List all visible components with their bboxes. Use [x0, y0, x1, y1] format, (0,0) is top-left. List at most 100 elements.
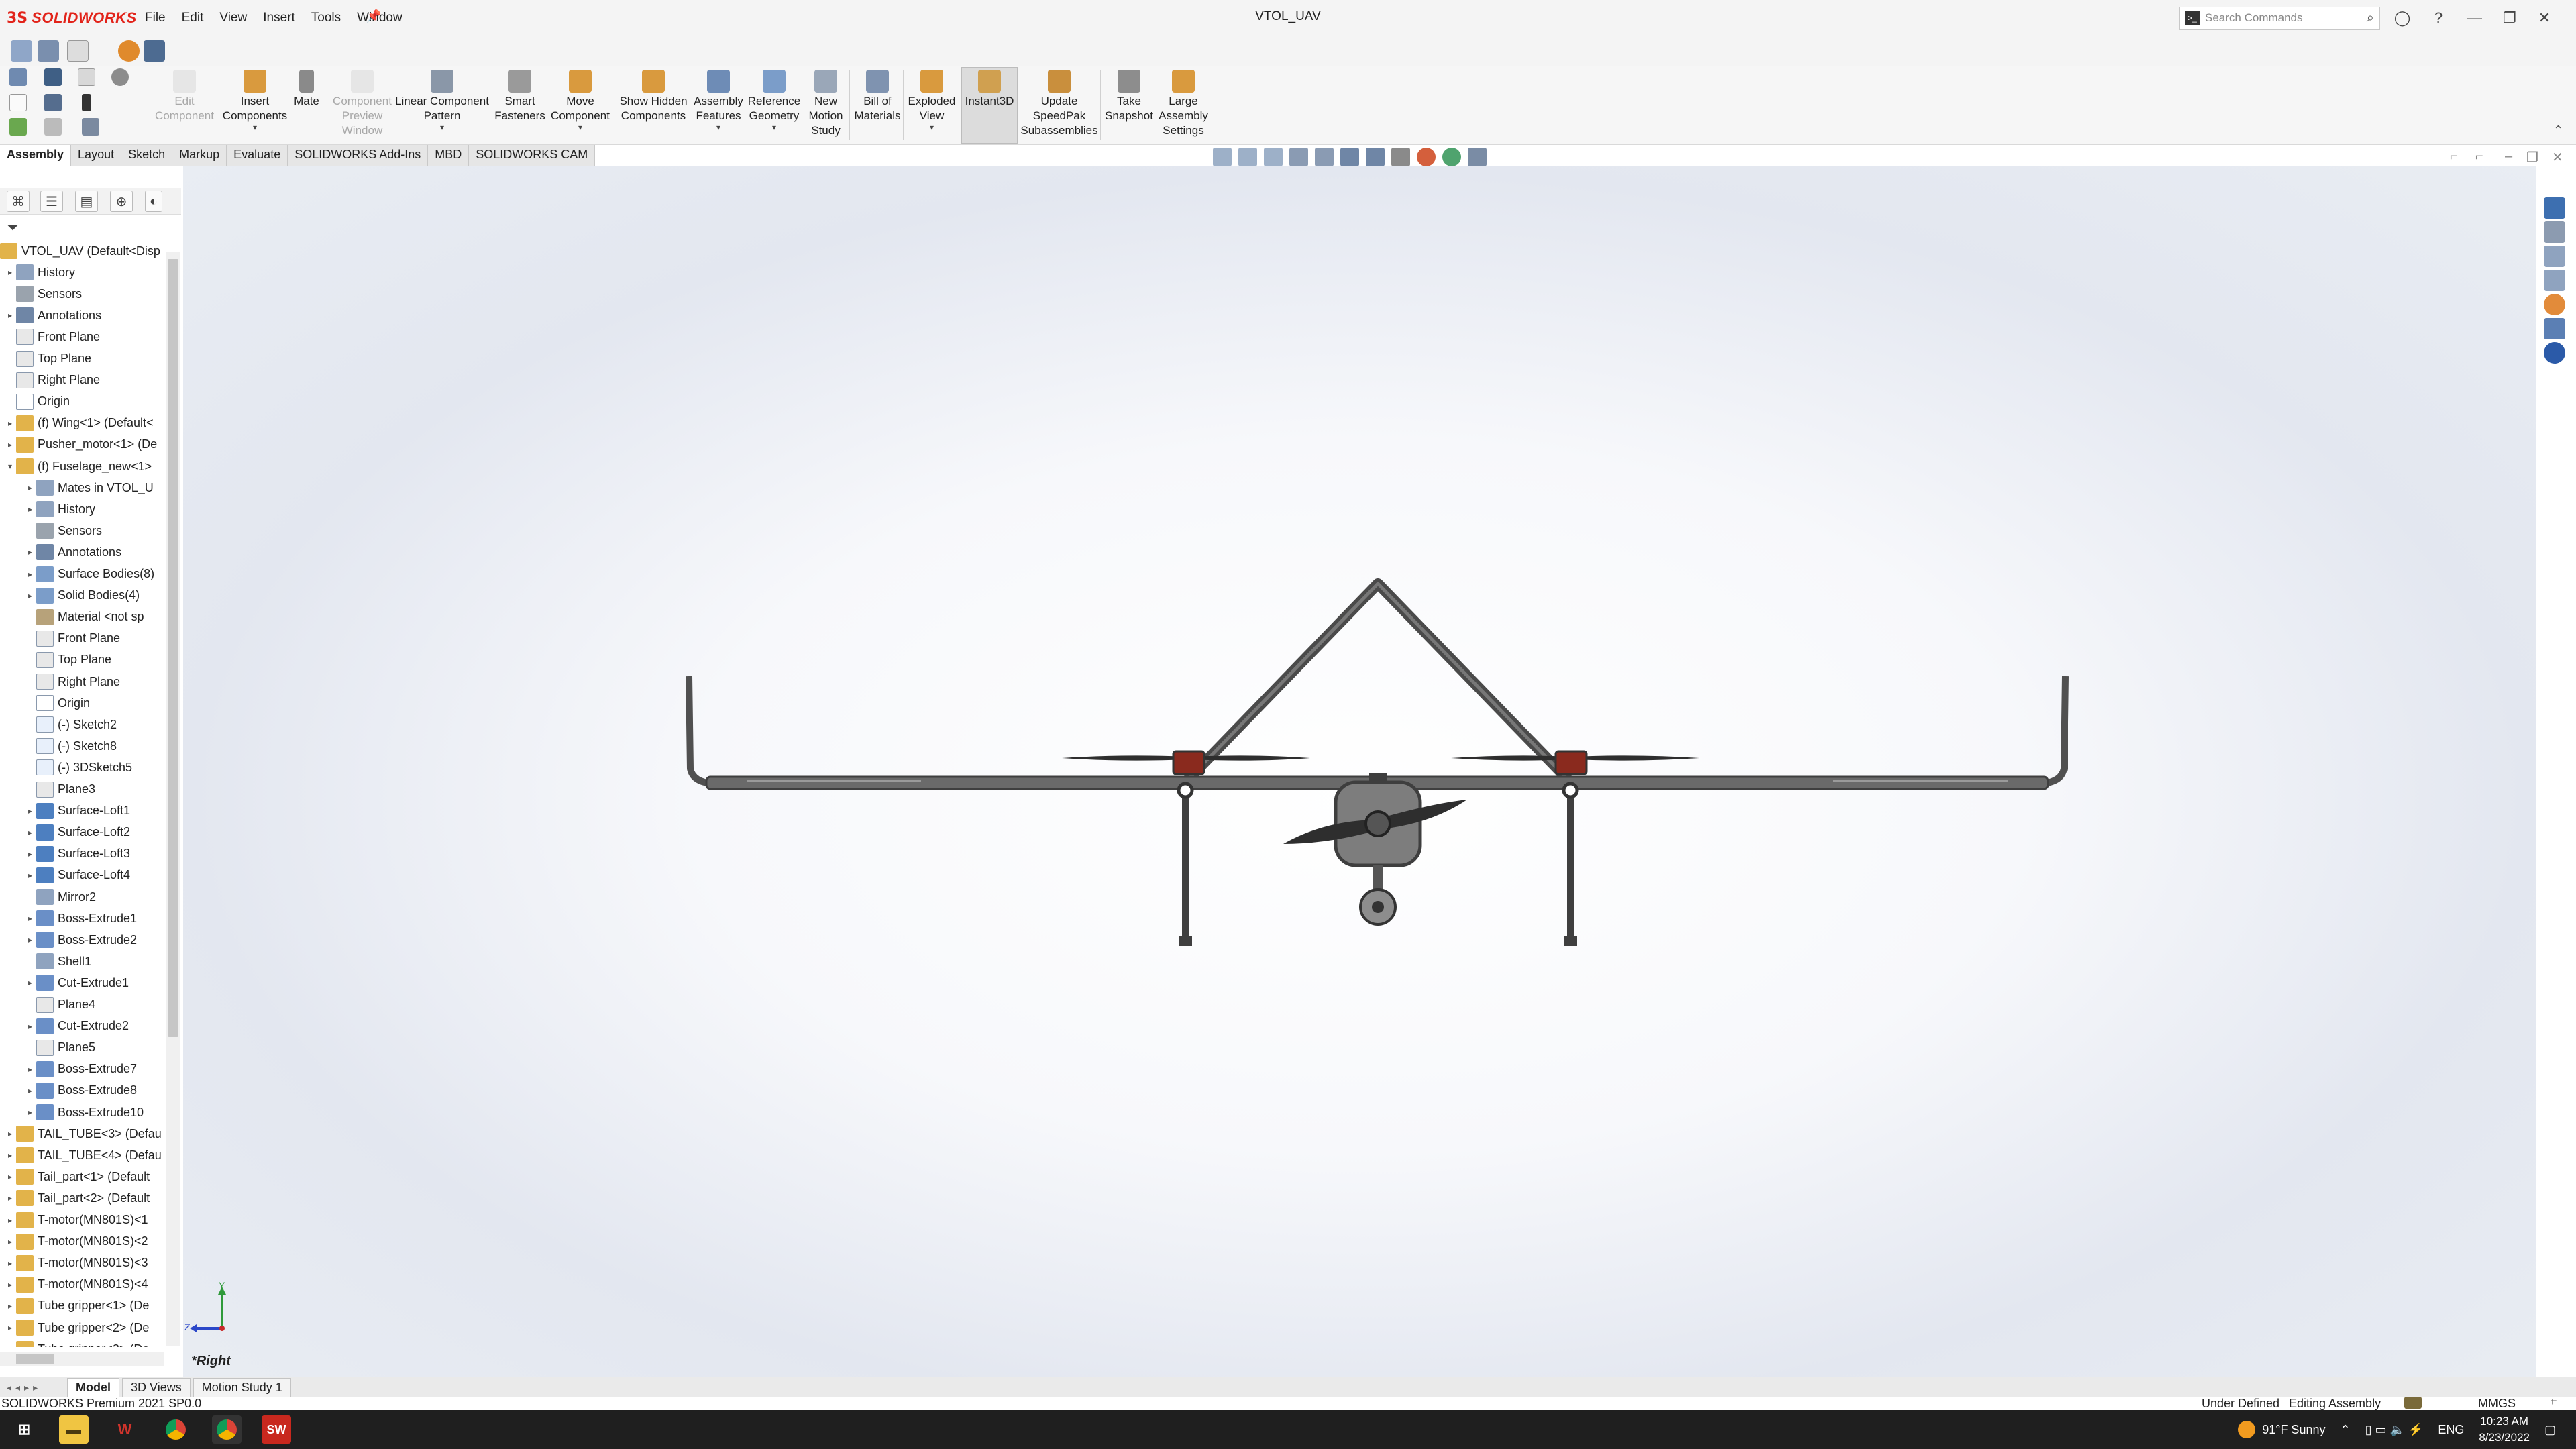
tree-item[interactable]: Front Plane: [4, 326, 100, 347]
appearance-icon[interactable]: [118, 40, 140, 62]
chevron-right-icon[interactable]: ▸: [4, 1216, 16, 1225]
weather-widget[interactable]: 91°F Sunny: [2238, 1421, 2325, 1438]
solidworks-logo[interactable]: 3S SOLIDWORKS: [7, 8, 137, 28]
tree-horizontal-scrollbar[interactable]: [0, 1352, 164, 1366]
tree-item[interactable]: Material <not sp: [24, 606, 144, 628]
tree-item[interactable]: ▾ (f) Fuselage_new<1>: [4, 455, 152, 477]
tree-item[interactable]: ▸ Pusher_motor<1> (De: [4, 434, 157, 455]
tree-item[interactable]: Front Plane: [24, 628, 120, 649]
appearances-scenes-icon[interactable]: [2544, 294, 2565, 315]
menu-tools[interactable]: Tools: [310, 9, 342, 27]
tree-item[interactable]: ▸ T-motor(MN801S)<4: [4, 1274, 148, 1295]
print-icon[interactable]: [44, 94, 62, 111]
solidworks-forum-icon[interactable]: [2544, 342, 2565, 364]
tree-item[interactable]: ▸ (f) Wing<1> (Default<: [4, 413, 154, 434]
edit-appearance-icon[interactable]: [1417, 148, 1436, 166]
select-tool-icon[interactable]: [67, 40, 89, 62]
tree-item[interactable]: ▸ Annotations: [4, 305, 101, 326]
tab-assembly[interactable]: Assembly: [0, 145, 72, 166]
tree-item[interactable]: ▸ History: [24, 498, 95, 520]
hide-show-items-icon[interactable]: [1391, 148, 1410, 166]
tree-item[interactable]: ▸ TAIL_TUBE<3> (Defau: [4, 1123, 162, 1144]
chevron-right-icon[interactable]: ▸: [4, 1344, 16, 1347]
tree-item[interactable]: Sensors: [24, 520, 102, 541]
take-snapshot-button[interactable]: Take Snapshot: [1103, 70, 1155, 123]
tab-navigation-arrows[interactable]: ◂◂▸▸: [0, 1382, 67, 1393]
restore-window-icon[interactable]: ❐: [2498, 7, 2521, 30]
dimxpert-tab-icon[interactable]: ⊕: [110, 191, 133, 212]
tree-item[interactable]: ▸ Tail_part<2> (Default: [4, 1187, 150, 1209]
display-style-icon[interactable]: [1366, 148, 1385, 166]
view-settings-icon[interactable]: [1468, 148, 1487, 166]
chevron-right-icon[interactable]: ▸: [4, 1280, 16, 1289]
scroll-thumb[interactable]: [168, 259, 178, 1037]
minimize-window-icon[interactable]: —: [2463, 7, 2486, 30]
chevron-right-icon[interactable]: ▸: [4, 1150, 16, 1160]
linear-component-pattern-button[interactable]: Linear Component Pattern ▾: [393, 70, 491, 131]
chevron-right-icon[interactable]: ▸: [24, 914, 36, 923]
tab-addins[interactable]: SOLIDWORKS Add-Ins: [288, 145, 429, 166]
update-speedpak-button[interactable]: Update SpeedPak Subassemblies: [1018, 70, 1100, 138]
gear-icon[interactable]: [111, 68, 129, 86]
tree-item[interactable]: Plane3: [24, 779, 95, 800]
feature-manager-tab-icon[interactable]: ⌘: [7, 191, 30, 212]
options-icon[interactable]: [38, 40, 59, 62]
solidworks-taskbar-icon[interactable]: SW: [262, 1415, 291, 1444]
doc-tile-icon-2[interactable]: ⌐: [2475, 149, 2483, 164]
custom-properties-icon[interactable]: [2544, 318, 2565, 339]
tab-mbd[interactable]: MBD: [428, 145, 470, 166]
view-palette-icon[interactable]: [2544, 270, 2565, 291]
chevron-down-icon[interactable]: ▾: [772, 123, 776, 131]
tab-sketch[interactable]: Sketch: [121, 145, 173, 166]
chevron-down-icon[interactable]: ▾: [4, 462, 16, 471]
menu-insert[interactable]: Insert: [262, 9, 297, 27]
configuration-manager-tab-icon[interactable]: ▤: [75, 191, 98, 212]
chevron-right-icon[interactable]: ▸: [24, 871, 36, 880]
tree-item[interactable]: ▸ Tube gripper<3> (De: [4, 1338, 149, 1347]
graphics-viewport[interactable]: Y Z *Right: [183, 166, 2536, 1377]
chevron-down-icon[interactable]: ▾: [440, 123, 444, 131]
tree-item[interactable]: Sensors: [4, 283, 82, 305]
show-hidden-icons[interactable]: ⌃: [2340, 1423, 2350, 1437]
chevron-right-icon[interactable]: ▸: [4, 1258, 16, 1268]
select-dropdown-icon[interactable]: [78, 68, 95, 86]
chevron-right-icon[interactable]: ▸: [4, 268, 16, 277]
chrome-2-taskbar-icon[interactable]: [212, 1415, 241, 1444]
tree-item[interactable]: ▸ History: [4, 262, 75, 283]
tree-item[interactable]: Right Plane: [4, 370, 100, 391]
collapse-ribbon-icon[interactable]: ⌃: [2553, 123, 2563, 138]
chevron-right-icon[interactable]: ▸: [4, 1323, 16, 1332]
chevron-right-icon[interactable]: ▸: [24, 1022, 36, 1031]
tab-markup[interactable]: Markup: [172, 145, 227, 166]
rebuild-status-icon[interactable]: [2404, 1397, 2422, 1409]
new-document-icon[interactable]: [9, 94, 27, 111]
file-explorer-taskbar-icon[interactable]: ▬: [59, 1415, 89, 1444]
tab-model[interactable]: Model: [67, 1378, 119, 1397]
tree-item[interactable]: Right Plane: [24, 671, 120, 692]
chevron-right-icon[interactable]: ▸: [4, 1172, 16, 1181]
move-component-button[interactable]: Move Component ▾: [546, 70, 614, 131]
edit-component-button[interactable]: Edit Component: [149, 70, 220, 123]
search-commands[interactable]: >_ Search Commands ⌕: [2179, 7, 2380, 30]
new-motion-study-button[interactable]: New Motion Study: [804, 70, 848, 138]
tab-motion-study[interactable]: Motion Study 1: [193, 1378, 291, 1397]
view-orientation-icon[interactable]: [1340, 148, 1359, 166]
doc-minimize-icon[interactable]: –: [2505, 149, 2512, 164]
tree-item[interactable]: Mirror2: [24, 886, 96, 908]
chevron-down-icon[interactable]: ▾: [716, 123, 720, 131]
tree-item[interactable]: (-) Sketch2: [24, 714, 117, 735]
bill-of-materials-button[interactable]: Bill of Materials: [852, 70, 903, 123]
tree-item[interactable]: Plane5: [24, 1037, 95, 1059]
tree-root[interactable]: VTOL_UAV (Default<Disp: [0, 240, 160, 262]
chevron-right-icon[interactable]: ▸: [24, 547, 36, 557]
units-selector[interactable]: MMGS: [2478, 1397, 2516, 1411]
assembly-features-button[interactable]: Assembly Features ▾: [691, 70, 746, 131]
tree-item[interactable]: ▸ Tube gripper<1> (De: [4, 1295, 149, 1317]
pin-menu-icon[interactable]: 📌: [366, 9, 381, 23]
tree-item[interactable]: ▸ Tail_part<1> (Default: [4, 1166, 150, 1187]
chevron-right-icon[interactable]: ▸: [24, 1108, 36, 1117]
home-icon[interactable]: [9, 68, 27, 86]
menu-view[interactable]: View: [218, 9, 248, 27]
section-view-icon[interactable]: [1289, 148, 1308, 166]
tree-item[interactable]: ▸ Cut-Extrude1: [24, 972, 129, 994]
